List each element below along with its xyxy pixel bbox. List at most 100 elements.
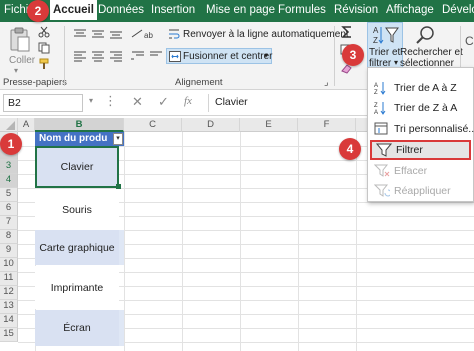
custom-sort-icon — [374, 122, 390, 136]
separator — [64, 26, 65, 86]
table-cell[interactable]: Imprimante — [35, 266, 119, 309]
table-cell[interactable]: Clavier — [35, 146, 119, 188]
sort-filter-dropdown-icon[interactable]: ▾ — [394, 58, 398, 67]
merge-center-icon[interactable] — [169, 51, 181, 62]
tab-revision[interactable]: Révision — [334, 4, 378, 16]
svg-text:ab: ab — [144, 31, 153, 40]
row-header[interactable]: 4 — [0, 174, 18, 188]
cancel-icon[interactable]: ✕ — [132, 94, 143, 110]
sort-az-icon: AZ — [374, 81, 390, 96]
row-header[interactable]: 13 — [0, 300, 18, 314]
paste-label[interactable]: Coller — [9, 55, 35, 66]
row-header[interactable]: 5 — [0, 188, 18, 202]
svg-text:Z: Z — [373, 36, 378, 45]
merge-dropdown-icon[interactable]: ▾ — [264, 51, 268, 60]
separator — [334, 26, 335, 86]
format-painter-icon[interactable] — [38, 58, 50, 70]
name-box-dropdown-icon[interactable]: ▾ — [89, 96, 93, 105]
tab-affichage[interactable]: Affichage — [386, 4, 434, 16]
table-header-cell[interactable]: Nom du produ — [35, 132, 124, 146]
row-header[interactable]: 8 — [0, 230, 18, 244]
svg-text:A: A — [374, 83, 378, 89]
tab-formules[interactable]: Formules — [278, 4, 326, 16]
tab-fichier[interactable]: Fichi — [4, 4, 28, 16]
column-header-b[interactable]: B — [35, 118, 124, 132]
step-callout: 1 — [0, 133, 22, 155]
grid-line — [240, 132, 241, 351]
wrap-text-icon[interactable] — [168, 28, 180, 40]
tab-accueil[interactable]: Accueil — [50, 0, 97, 22]
menu-item-custom-sort[interactable]: Tri personnalisé... — [368, 119, 474, 139]
menu-item-clear[interactable]: Effacer — [368, 161, 474, 181]
grid-line — [298, 132, 299, 351]
svg-text:Z: Z — [374, 103, 378, 109]
filter-dropdown-icon[interactable]: ▾ — [113, 133, 123, 145]
step-callout: 2 — [27, 0, 49, 22]
table-band — [119, 230, 124, 265]
row-header[interactable]: 9 — [0, 244, 18, 258]
autosum-icon[interactable] — [340, 25, 354, 39]
tab-developpeur[interactable]: Dévelo — [442, 4, 474, 16]
find-select-icon[interactable] — [415, 25, 435, 45]
horizontal-align-icons[interactable] — [72, 50, 162, 62]
select-all-corner[interactable] — [0, 118, 18, 132]
more-options-icon[interactable]: ⋮ — [104, 93, 117, 109]
sort-za-icon: ZA — [374, 101, 390, 116]
clipboard-group-label: Presse-papiers — [3, 77, 67, 88]
tab-donnees[interactable]: Données — [98, 4, 144, 16]
row-header[interactable]: 11 — [0, 272, 18, 286]
menu-item-filter[interactable]: Filtrer — [370, 140, 471, 160]
alignment-group-label: Alignement — [175, 77, 223, 88]
reapply-icon — [373, 184, 392, 198]
sort-filter-label-1[interactable]: Trier et — [369, 47, 400, 58]
extra-group-icon[interactable]: C — [465, 34, 474, 48]
column-header-d[interactable]: D — [182, 118, 240, 132]
table-header-label: Nom du produ — [39, 133, 108, 144]
cut-icon[interactable] — [38, 26, 50, 38]
svg-text:Z: Z — [374, 90, 378, 95]
table-cell[interactable]: Souris — [35, 189, 119, 230]
svg-text:A: A — [373, 26, 379, 35]
sort-filter-menu: AZ Trier de A à Z ZA Trier de Z à A Tri … — [367, 67, 474, 202]
column-header-f[interactable]: F — [298, 118, 356, 132]
column-header-e[interactable]: E — [240, 118, 298, 132]
row-header[interactable]: 3 — [0, 160, 18, 174]
paste-icon[interactable] — [8, 26, 32, 54]
table-cell[interactable]: Écran — [35, 310, 119, 346]
table-cell[interactable]: Carte graphique — [35, 230, 119, 265]
tab-mise-en-page[interactable]: Mise en page — [206, 4, 275, 16]
row-header[interactable]: 7 — [0, 216, 18, 230]
insert-function-icon[interactable]: fx — [184, 95, 192, 107]
column-header-c[interactable]: C — [124, 118, 182, 132]
tab-insertion[interactable]: Insertion — [151, 4, 195, 16]
row-header[interactable]: 12 — [0, 286, 18, 300]
merge-center-button[interactable]: Fusionner et centrer — [183, 51, 273, 62]
copy-icon[interactable] — [38, 42, 50, 54]
enter-icon[interactable]: ✓ — [158, 94, 169, 110]
svg-text:A: A — [374, 110, 378, 115]
filter-icon — [375, 143, 393, 157]
column-header-a[interactable]: A — [18, 118, 35, 132]
row-header[interactable]: 14 — [0, 314, 18, 328]
grid-line — [356, 132, 357, 351]
step-callout: 4 — [339, 138, 361, 160]
sort-filter-icon[interactable]: AZ — [373, 25, 399, 45]
paste-dropdown-icon[interactable]: ▾ — [14, 66, 18, 75]
grid-line — [124, 132, 125, 351]
name-box[interactable]: B2 — [3, 94, 83, 112]
table-band — [119, 310, 124, 346]
step-callout: 3 — [342, 44, 364, 66]
grid-line — [182, 132, 183, 351]
menu-item-sort-za[interactable]: ZA Trier de Z à A — [368, 98, 474, 118]
row-header[interactable]: 15 — [0, 328, 18, 342]
menu-item-reapply[interactable]: Réappliquer — [368, 181, 474, 201]
clear-filter-icon — [373, 164, 390, 178]
row-header[interactable]: 10 — [0, 258, 18, 272]
menu-bar: Fichi Accueil Données Insertion Mise en … — [0, 0, 474, 22]
find-select-label-1[interactable]: Rechercher et — [400, 47, 463, 58]
wrap-text-button[interactable]: Renvoyer à la ligne automatiquement — [183, 29, 349, 40]
vertical-align-icons[interactable]: ab — [72, 28, 162, 40]
dialog-launcher-icon[interactable]: ⌟ — [324, 77, 328, 88]
menu-item-sort-az[interactable]: AZ Trier de A à Z — [368, 78, 474, 98]
row-header[interactable]: 6 — [0, 202, 18, 216]
